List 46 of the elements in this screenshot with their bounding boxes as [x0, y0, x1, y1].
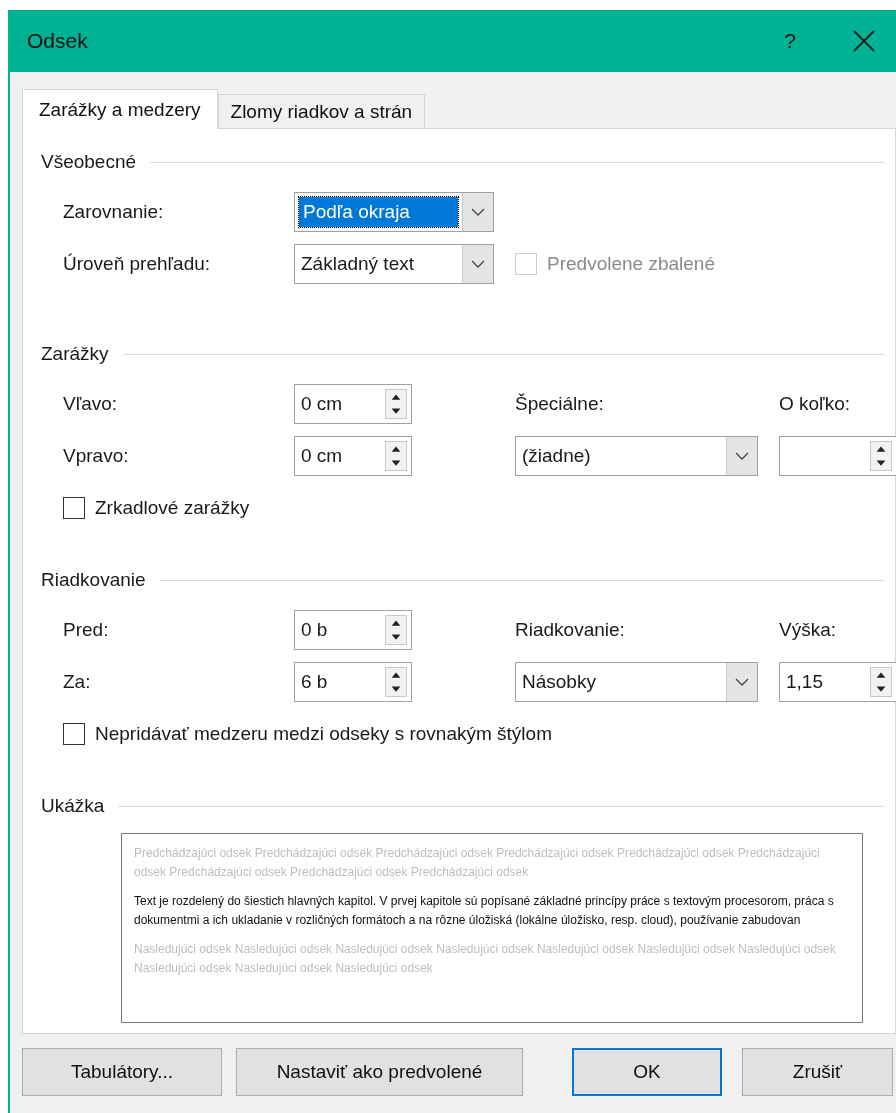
- dialog-button[interactable]: Tabulátory...: [22, 1048, 222, 1096]
- field-label: Vľavo:: [63, 393, 118, 415]
- field-label: Za:: [63, 671, 91, 693]
- dropdown[interactable]: Podľa okraja: [294, 192, 494, 232]
- dialog-button[interactable]: OK: [572, 1048, 722, 1096]
- chevron-down-icon: [734, 451, 750, 461]
- dropdown[interactable]: (žiadne): [515, 436, 758, 476]
- help-button[interactable]: ?: [778, 29, 802, 53]
- field-label: Úroveň prehľadu:: [63, 253, 211, 275]
- field-label: Pred:: [63, 619, 109, 641]
- field-label: O koľko:: [779, 393, 850, 415]
- field-label: Vpravo:: [63, 445, 129, 467]
- tab[interactable]: Zlomy riadkov a strán: [217, 94, 426, 128]
- section-heading: Všeobecné: [41, 151, 137, 173]
- chevron-down-icon: [470, 207, 486, 217]
- spin-field[interactable]: 1,15: [779, 662, 896, 702]
- field-label: Výška:: [779, 619, 837, 641]
- field-label: Zarovnanie:: [63, 201, 164, 223]
- dropdown[interactable]: Násobky: [515, 662, 758, 702]
- section-heading: Riadkovanie: [41, 569, 146, 591]
- close-button[interactable]: [852, 29, 876, 53]
- checkbox-label: Nepridávať medzeru medzi odseky s rovnakým štýlom: [95, 723, 552, 745]
- preview-paragraph: Predchádzajúci odsek Predchádzajúci odsek Predchádzajúci odsek Predchádzajúci odsek Predchádzajúci odsek Predchádzajúci odsek Predchádzajúci odsek Predchádzajúci odsek Predchádzajúci odsek: [134, 845, 821, 881]
- dropdown[interactable]: Základný text: [294, 244, 494, 284]
- preview-paragraph: Text je rozdelený do šiestich hlavných kapitol. V prvej kapitole sú popísané základné princípy práce s textovým procesorom, práca s dokumentmi a ich ukladanie v rozličných formátoch a na rôzne úložiská (lokálne úložisko, resp. cloud), používanie zabudovan: [134, 893, 835, 929]
- close-icon: [853, 30, 875, 52]
- spin-field[interactable]: [779, 436, 896, 476]
- field-label: Riadkovanie:: [515, 619, 625, 641]
- dialog-button[interactable]: Nastaviť ako predvolené: [236, 1048, 523, 1096]
- spin-field[interactable]: 0 cm: [294, 436, 412, 476]
- chevron-down-icon: [734, 677, 750, 687]
- preview-paragraph: Nasledujúci odsek Nasledujúci odsek Nasledujúci odsek Nasledujúci odsek Nasledujúci odsek Nasledujúci odsek Nasledujúci odsek Nasledujúci odsek Nasledujúci odsek Nasledujúci odsek: [134, 941, 837, 977]
- field-label: Špeciálne:: [515, 393, 604, 415]
- section-heading: Zarážky: [41, 343, 109, 365]
- checkbox-label: Predvolene zbalené: [547, 253, 715, 275]
- checkbox[interactable]: [63, 497, 85, 519]
- spin-field[interactable]: 0 cm: [294, 384, 412, 424]
- window-title: Odsek: [27, 29, 89, 53]
- section-heading: Ukážka: [41, 795, 105, 817]
- checkbox[interactable]: [63, 723, 85, 745]
- spin-field[interactable]: 0 b: [294, 610, 412, 650]
- spin-field[interactable]: 6 b: [294, 662, 412, 702]
- tab[interactable]: Zarážky a medzery: [22, 89, 218, 129]
- dialog-button[interactable]: Zrušiť: [742, 1048, 893, 1096]
- chevron-down-icon: [470, 259, 486, 269]
- checkbox-label: Zrkadlové zarážky: [95, 497, 250, 519]
